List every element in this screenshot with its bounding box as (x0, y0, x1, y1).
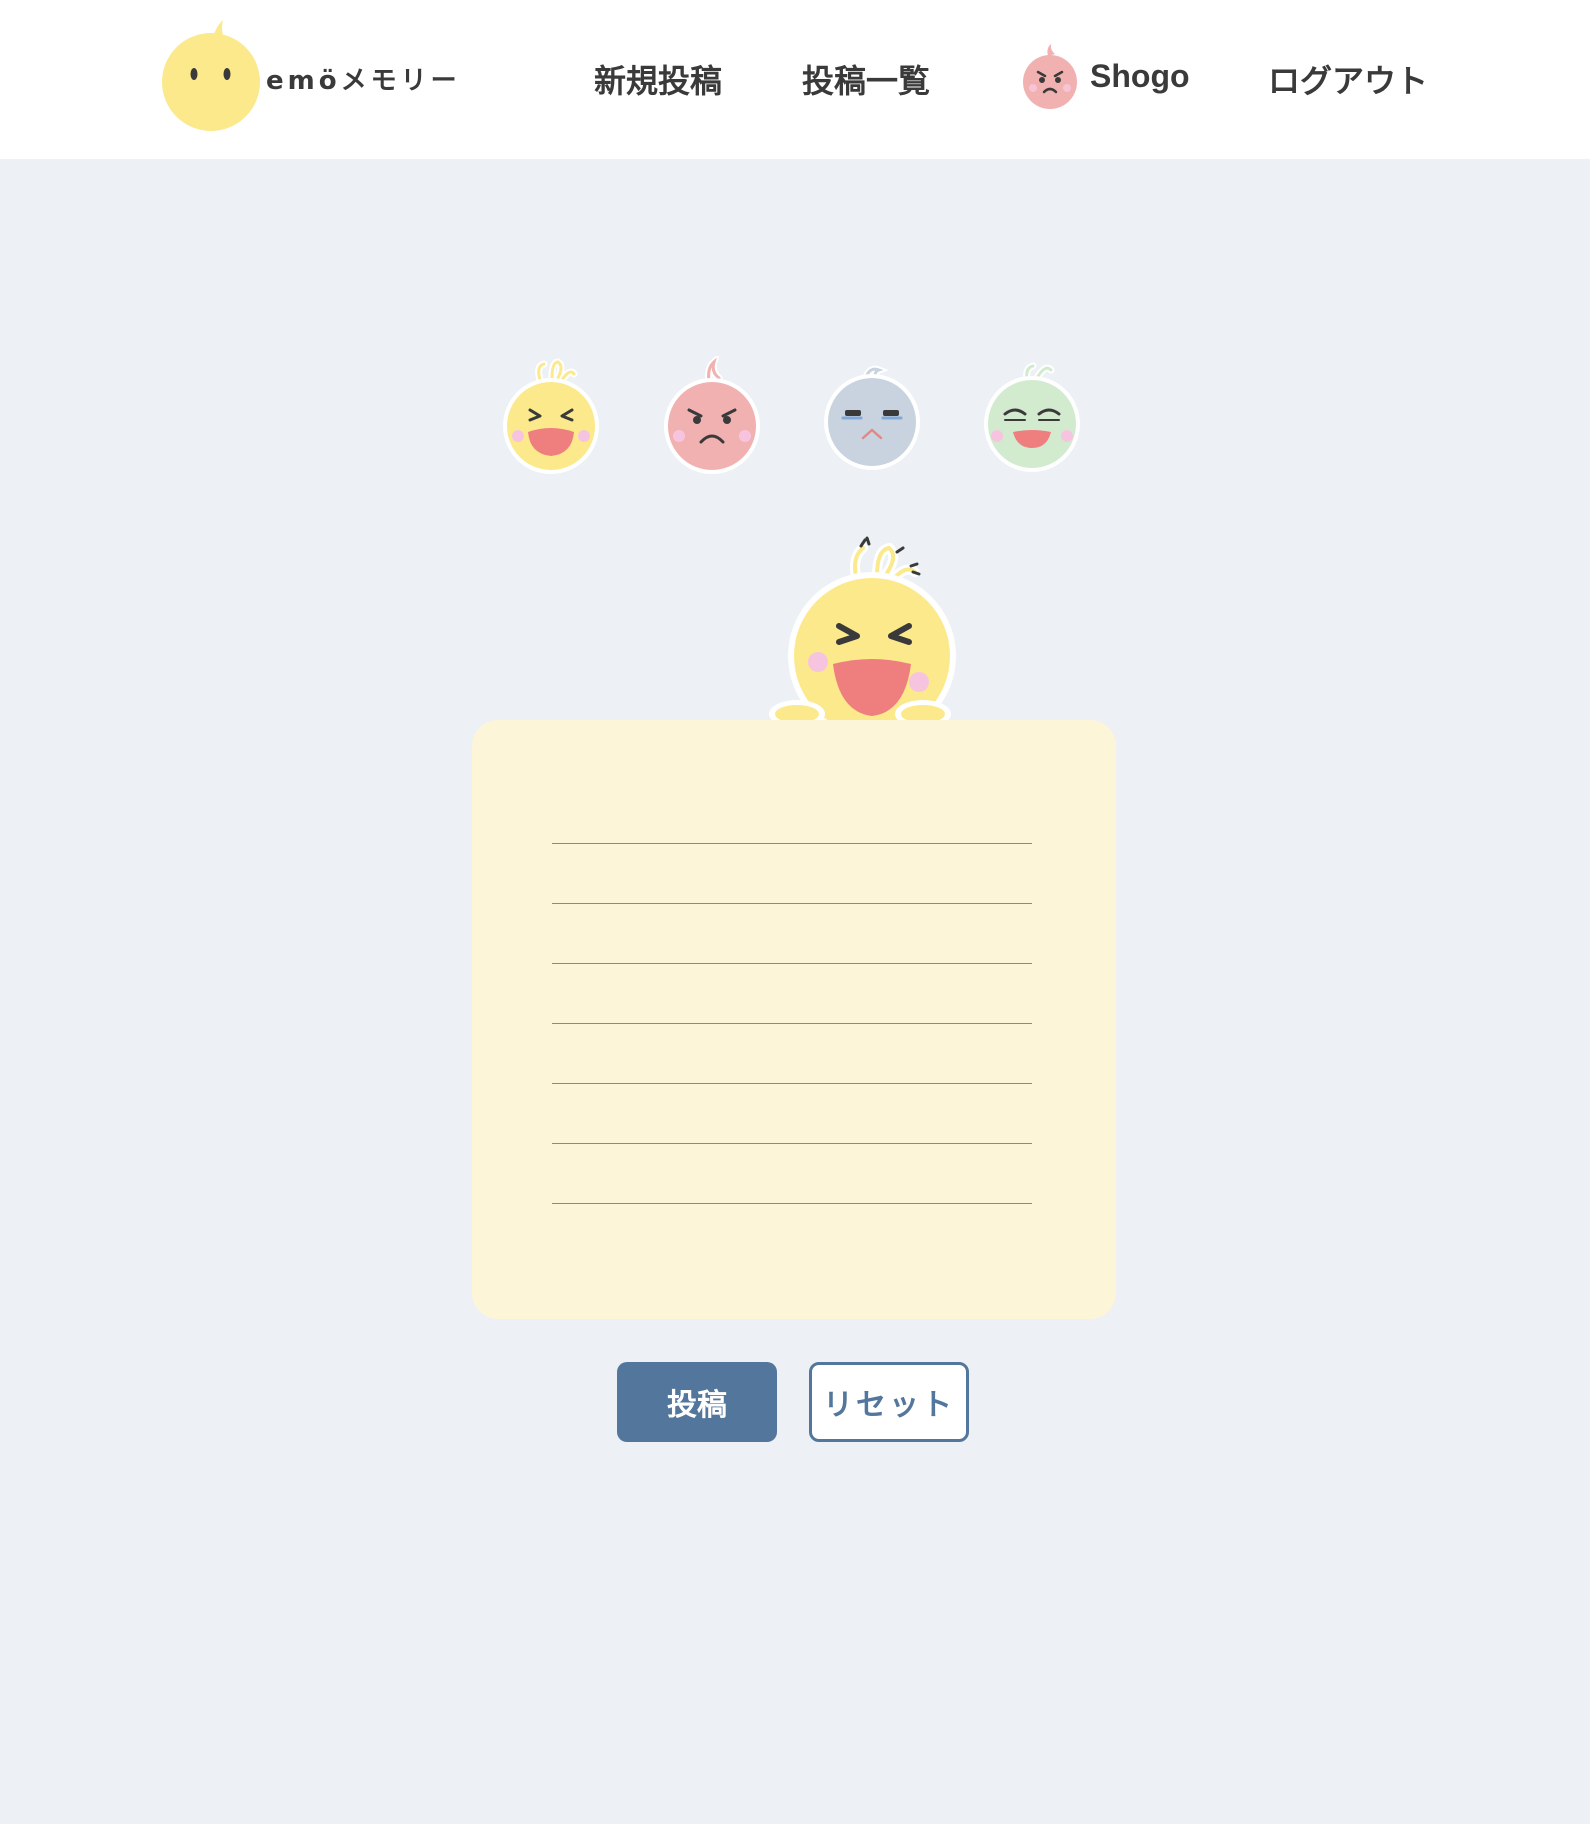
logo[interactable]: emöメモリー (160, 18, 457, 133)
ruled-line (552, 1203, 1032, 1204)
post-textarea[interactable] (552, 780, 1032, 1200)
nav-logout[interactable]: ログアウト (1268, 56, 1428, 102)
header: emöメモリー 新規投稿 投稿一覧 Shogo ログアウト (0, 0, 1590, 159)
nav-new-post[interactable]: 新規投稿 (594, 56, 722, 102)
happy-emotion-icon[interactable] (500, 356, 604, 478)
calm-emotion-icon[interactable] (981, 356, 1085, 478)
sad-emotion-icon[interactable] (821, 356, 925, 478)
post-card (472, 720, 1116, 1319)
logo-text: emöメモリー (266, 66, 461, 96)
reset-button[interactable]: リセット (809, 1362, 969, 1442)
angry-avatar-icon (1023, 44, 1077, 109)
post-button[interactable]: 投稿 (617, 1362, 777, 1442)
logo-face-icon (162, 20, 260, 131)
angry-emotion-icon[interactable] (661, 356, 765, 478)
happy-character-icon (769, 536, 956, 732)
username: Shogo (1090, 58, 1190, 94)
nav-post-list[interactable]: 投稿一覧 (802, 56, 930, 102)
